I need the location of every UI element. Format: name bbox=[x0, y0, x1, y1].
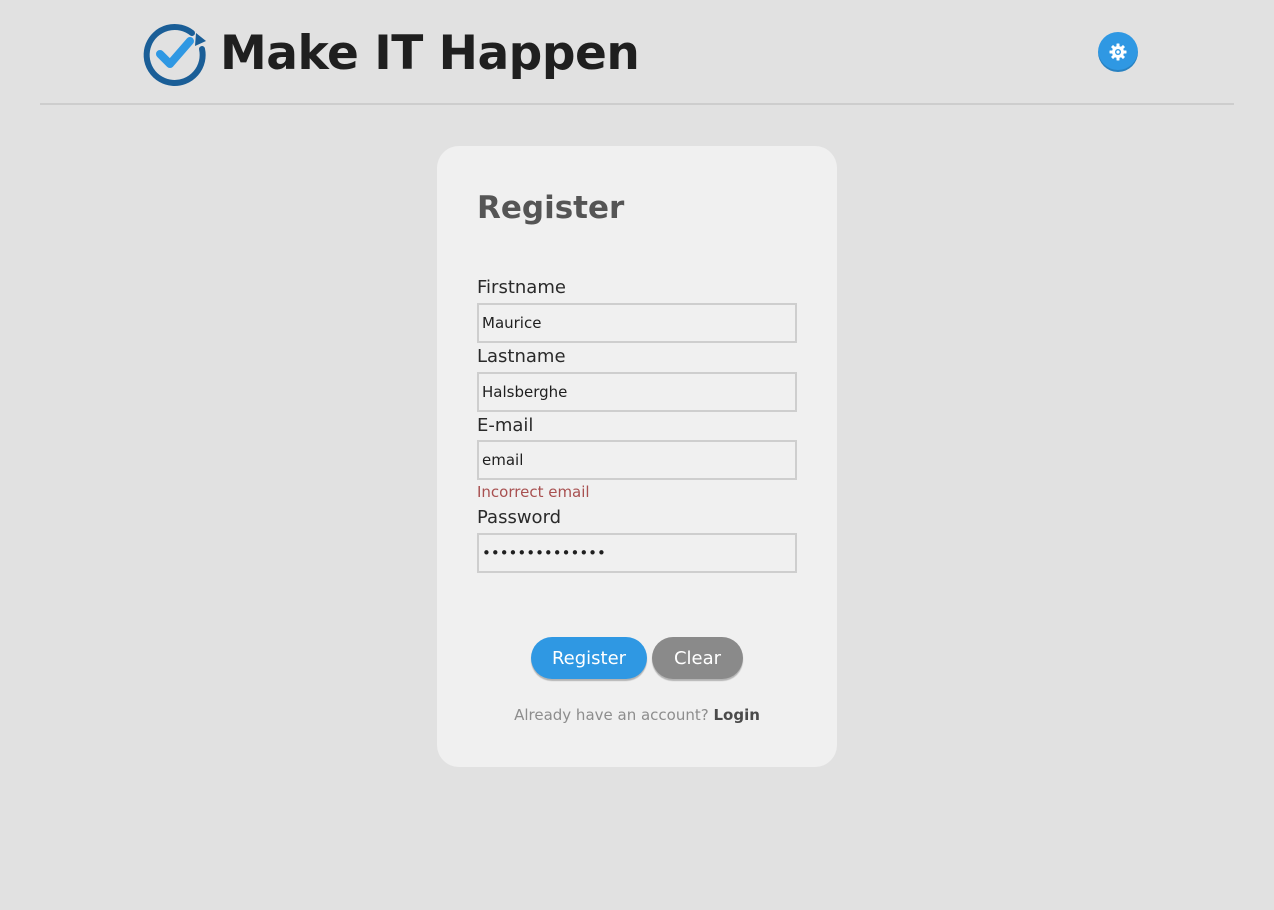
clear-button[interactable]: Clear bbox=[652, 637, 743, 679]
login-prompt-text: Already have an account? bbox=[514, 706, 709, 724]
form-title: Register bbox=[477, 190, 625, 226]
lastname-input[interactable] bbox=[477, 372, 797, 412]
email-label: E-mail bbox=[477, 415, 534, 436]
firstname-label: Firstname bbox=[477, 277, 566, 298]
app-title: Make IT Happen bbox=[220, 25, 640, 81]
email-error-message: Incorrect email bbox=[477, 483, 590, 501]
lastname-label: Lastname bbox=[477, 346, 566, 367]
register-card: Register Firstname Lastname E-mail Incor… bbox=[437, 146, 837, 767]
login-prompt-line: Already have an account? Login bbox=[437, 706, 837, 724]
firstname-input[interactable] bbox=[477, 303, 797, 343]
password-label: Password bbox=[477, 507, 562, 528]
settings-button[interactable] bbox=[1098, 32, 1138, 72]
gear-icon bbox=[1109, 43, 1127, 61]
password-input[interactable] bbox=[477, 533, 797, 573]
email-input[interactable] bbox=[477, 440, 797, 480]
check-circle-arrow-icon bbox=[143, 24, 206, 86]
app-header: Make IT Happen bbox=[40, 0, 1234, 105]
register-button[interactable]: Register bbox=[531, 637, 647, 679]
brand[interactable]: Make IT Happen bbox=[140, 18, 640, 88]
login-link[interactable]: Login bbox=[713, 706, 759, 724]
